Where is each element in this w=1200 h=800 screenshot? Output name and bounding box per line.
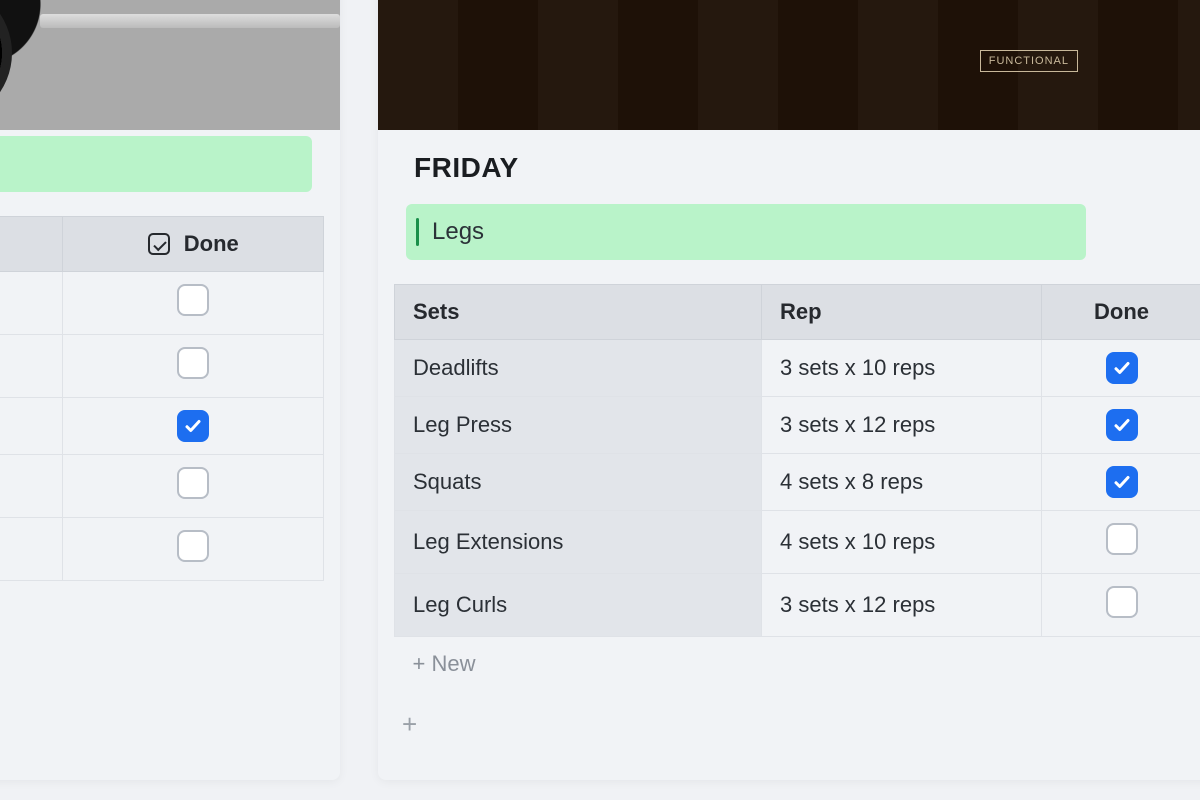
table-row: Leg Extensions4 sets x 10 reps: [395, 511, 1200, 574]
col-header-done-label: Done: [184, 231, 239, 256]
exercise-table: Sets Rep Done Deadlifts3 sets x 10 repsL…: [394, 284, 1200, 691]
workout-tag-pill[interactable]: Legs: [406, 204, 1086, 260]
done-cell: [1042, 397, 1200, 454]
done-checkbox[interactable]: [177, 467, 209, 499]
sets-cell: Deadlifts: [395, 340, 762, 397]
done-cell: [1042, 511, 1200, 574]
done-cell: [1042, 454, 1200, 511]
done-cell: [63, 272, 324, 335]
done-cell: [1042, 340, 1200, 397]
workout-card-previous: p Done x 8 repsx 10 repsx 12 repsx 10 re…: [0, 0, 340, 780]
table-row: x 12 reps: [0, 518, 324, 581]
done-checkbox[interactable]: [1106, 586, 1138, 618]
exercise-table-left: p Done x 8 repsx 10 repsx 12 repsx 10 re…: [0, 216, 324, 581]
sets-cell: Leg Press: [395, 397, 762, 454]
table-row: x 8 reps: [0, 272, 324, 335]
col-header-sets: Sets: [395, 285, 762, 340]
col-header-rep: Rep: [762, 285, 1042, 340]
done-checkbox[interactable]: [177, 347, 209, 379]
rep-cell: x 12 reps: [0, 518, 63, 581]
sets-cell: Leg Curls: [395, 574, 762, 637]
done-cell: [63, 455, 324, 518]
done-checkbox[interactable]: [1106, 352, 1138, 384]
rep-cell: 3 sets x 12 reps: [762, 397, 1042, 454]
rep-cell: 3 sets x 10 reps: [762, 340, 1042, 397]
add-new-row[interactable]: + New: [395, 637, 1200, 692]
rep-cell: 4 sets x 8 reps: [762, 454, 1042, 511]
done-cell: [63, 518, 324, 581]
workout-card-friday: FRIDAY Legs Sets Rep Done Deadlifts3 set…: [378, 0, 1200, 780]
col-header-done: Done: [1042, 285, 1200, 340]
done-cell: [63, 398, 324, 455]
add-block-button[interactable]: +: [378, 691, 441, 740]
table-row: x 10 reps: [0, 335, 324, 398]
rep-cell: 4 sets x 10 reps: [762, 511, 1042, 574]
done-checkbox[interactable]: [177, 530, 209, 562]
table-row: x 10 reps: [0, 455, 324, 518]
sets-cell: Leg Extensions: [395, 511, 762, 574]
done-checkbox[interactable]: [1106, 523, 1138, 555]
rep-cell: x 8 reps: [0, 272, 63, 335]
rep-cell: x 10 reps: [0, 335, 63, 398]
day-title: FRIDAY: [378, 130, 1200, 198]
table-row: Leg Curls3 sets x 12 reps: [395, 574, 1200, 637]
done-checkbox[interactable]: [177, 284, 209, 316]
done-cell: [63, 335, 324, 398]
card-cover-image: [0, 0, 340, 130]
table-row: Deadlifts3 sets x 10 reps: [395, 340, 1200, 397]
done-checkbox[interactable]: [1106, 466, 1138, 498]
rep-cell: x 10 reps: [0, 455, 63, 518]
table-row: Squats4 sets x 8 reps: [395, 454, 1200, 511]
workout-tag-label: Legs: [432, 218, 484, 246]
card-cover-image: [378, 0, 1200, 130]
rep-cell: 3 sets x 12 reps: [762, 574, 1042, 637]
done-cell: [1042, 574, 1200, 637]
table-row: x 12 reps: [0, 398, 324, 455]
done-checkbox[interactable]: [177, 410, 209, 442]
workout-tag-pill[interactable]: [0, 136, 312, 192]
done-checkbox[interactable]: [1106, 409, 1138, 441]
checkbox-header-icon: [148, 233, 170, 255]
col-header-rep: p: [0, 217, 63, 272]
table-row: Leg Press3 sets x 12 reps: [395, 397, 1200, 454]
col-header-done: Done: [63, 217, 324, 272]
rep-cell: x 12 reps: [0, 398, 63, 455]
sets-cell: Squats: [395, 454, 762, 511]
